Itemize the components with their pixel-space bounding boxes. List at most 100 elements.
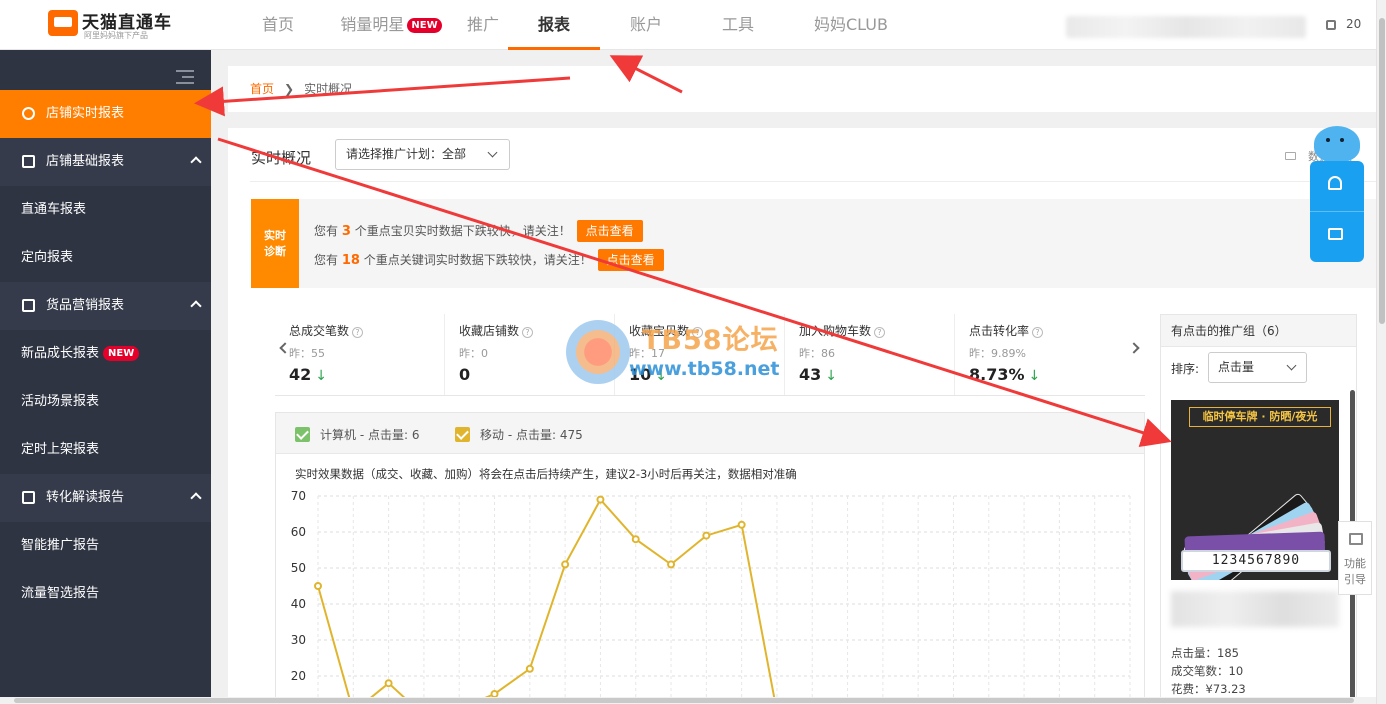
- arrow-down-icon: ↓: [1028, 368, 1041, 384]
- kpi-item-favorites: 收藏宝贝数? 昨：17 10 ↓: [615, 314, 785, 396]
- data-point[interactable]: [631, 535, 640, 544]
- data-point[interactable]: [702, 531, 711, 540]
- diagnosis-row-items: 您有 3 个重点宝贝实时数据下跌较快，请关注！ 点击查看: [314, 220, 643, 242]
- main-nav: 首页 销量明星 NEW 推广 报表 账户 工具 妈妈CLUB: [232, 0, 918, 50]
- nav-account[interactable]: 账户: [600, 0, 692, 50]
- data-point[interactable]: [384, 679, 393, 688]
- new-badge: NEW: [103, 346, 140, 361]
- help-icon[interactable]: ?: [1032, 327, 1044, 338]
- sidebar: 店铺实时报表 店铺基础报表 直通车报表 定向报表 货品营销报表 新品成长报表 NE…: [0, 50, 211, 704]
- sidebar-item-ztc-report[interactable]: 直通车报表: [0, 186, 211, 234]
- main-panel: 实时概况 请选择推广计划：全部 数据解读 实时诊断 您有 3 个重点宝贝实时数据…: [228, 128, 1376, 704]
- kpi-click-conversion: 点击转化率? 昨：9.89% 8.73% ↓: [955, 314, 1125, 396]
- help-icon[interactable]: ?: [692, 327, 704, 338]
- view-keywords-button[interactable]: 点击查看: [597, 249, 664, 271]
- data-point[interactable]: [314, 582, 322, 590]
- kpi-total-deals: 总成交笔数? 昨：55 42 ↓: [275, 314, 445, 396]
- series-line-mobile: [317, 497, 777, 704]
- nav-home[interactable]: 首页: [232, 0, 324, 50]
- sidebar-item-new-product[interactable]: 新品成长报表 NEW: [0, 330, 211, 378]
- chart-note: 实时效果数据（成交、收藏、加购）将会在点击后持续产生，建议2-3小时后再关注，数…: [295, 467, 797, 481]
- page-title: 实时概况: [251, 149, 312, 167]
- stat-clicks: 点击量：185: [1171, 646, 1239, 660]
- sidebar-item-traffic-select[interactable]: 流量智选报告: [0, 570, 211, 618]
- nav-sales-star[interactable]: 销量明星 NEW: [324, 0, 458, 50]
- diagnosis-banner: 实时 诊断 您有 3 个重点宝贝实时数据下跌较快，请关注！ 点击查看 您有 18 …: [251, 199, 1376, 288]
- sidebar-item-store-realtime[interactable]: 店铺实时报表: [0, 90, 211, 138]
- breadcrumb-home[interactable]: 首页: [250, 82, 274, 96]
- y-tick-label: 40: [291, 597, 306, 611]
- stat-cost: 花费：¥73.23: [1171, 682, 1246, 696]
- line-chart: 70 60 50 40 30 20: [291, 489, 1131, 704]
- data-point[interactable]: [667, 560, 676, 569]
- chevron-up-icon: [190, 300, 202, 312]
- message-icon[interactable]: [1326, 20, 1336, 30]
- data-point[interactable]: [525, 664, 534, 673]
- promo-group-title: 有点击的推广组（6）: [1161, 315, 1356, 347]
- legend-pc[interactable]: 计算机 - 点击量: 6: [295, 426, 419, 443]
- user-info-blurred[interactable]: [1066, 16, 1306, 38]
- view-items-button[interactable]: 点击查看: [576, 220, 643, 242]
- data-point[interactable]: [596, 495, 605, 504]
- collapse-menu-icon[interactable]: [176, 70, 194, 84]
- y-tick-label: 60: [291, 525, 306, 539]
- arrow-down-icon: ↓: [315, 368, 327, 384]
- kpi-strip: 总成交笔数? 昨：55 42 ↓ 收藏店铺数? 昨：0 0 收藏宝贝数? 昨：17…: [275, 314, 1145, 396]
- clock-icon: [22, 107, 35, 120]
- sidebar-item-targeting-report[interactable]: 定向报表: [0, 234, 211, 282]
- product-image[interactable]: 临时停车牌 · 防晒/夜光 1234567890: [1171, 400, 1339, 580]
- chevron-up-icon: [190, 156, 202, 168]
- sort-label: 排序:: [1171, 362, 1200, 376]
- diagnosis-label: 实时 诊断: [251, 199, 299, 288]
- report-icon: [22, 155, 35, 168]
- nav-promote[interactable]: 推广: [458, 0, 508, 50]
- top-bar: 天猫直通车 阿里妈妈旗下产品 首页 销量明星 NEW 推广 报表 账户 工具 妈妈…: [0, 0, 1376, 50]
- help-icon[interactable]: ?: [352, 327, 364, 338]
- page-vertical-scrollbar[interactable]: [1376, 0, 1386, 704]
- plan-select[interactable]: 请选择推广计划：全部: [335, 139, 510, 170]
- checkbox-icon: [455, 427, 470, 442]
- elephant-mascot-icon[interactable]: [1314, 126, 1360, 162]
- chart-legend: 计算机 - 点击量: 6 移动 - 点击量: 475: [276, 413, 1144, 454]
- sidebar-item-scheduled-listing[interactable]: 定时上架报表: [0, 426, 211, 474]
- chart-icon: [22, 491, 35, 504]
- sidebar-group-goods-marketing[interactable]: 货品营销报表: [0, 282, 211, 330]
- message-count[interactable]: 20: [1346, 17, 1361, 31]
- nav-tools[interactable]: 工具: [692, 0, 784, 50]
- bell-icon[interactable]: [1328, 176, 1342, 190]
- y-tick-label: 50: [291, 561, 306, 575]
- sidebar-item-activity-scene[interactable]: 活动场景报表: [0, 378, 211, 426]
- sidebar-group-conversion[interactable]: 转化解读报告: [0, 474, 211, 522]
- book-icon: [1349, 533, 1363, 545]
- monitor-icon: [22, 299, 35, 312]
- help-icon[interactable]: ?: [522, 327, 534, 338]
- stat-deals: 成交笔数：10: [1171, 664, 1244, 678]
- chevron-down-icon: [487, 147, 498, 158]
- legend-mobile[interactable]: 移动 - 点击量: 475: [455, 426, 583, 443]
- feature-guide-button[interactable]: 功能 引导: [1338, 521, 1372, 595]
- chat-icon[interactable]: [1328, 228, 1343, 240]
- sort-select[interactable]: 点击量: [1208, 352, 1307, 383]
- arrow-down-icon: ↓: [655, 368, 667, 384]
- data-point[interactable]: [561, 560, 570, 569]
- nav-reports[interactable]: 报表: [508, 0, 600, 50]
- kpi-add-to-cart: 加入购物车数? 昨：86 43 ↓: [785, 314, 955, 396]
- brand-logo[interactable]: 天猫直通车 阿里妈妈旗下产品: [48, 8, 208, 42]
- chart-panel: 计算机 - 点击量: 6 移动 - 点击量: 475 实时效果数据（成交、收藏、…: [275, 412, 1145, 704]
- help-icon[interactable]: ?: [874, 327, 886, 338]
- nav-mama-club[interactable]: 妈妈CLUB: [784, 0, 918, 50]
- sidebar-group-store-basic[interactable]: 店铺基础报表: [0, 138, 211, 186]
- divider: [250, 181, 1376, 182]
- product-title-blurred[interactable]: [1171, 591, 1339, 627]
- breadcrumb: 首页 ❯ 实时概况: [228, 66, 1376, 112]
- car-logo-icon: [48, 10, 78, 36]
- page-horizontal-scrollbar[interactable]: [0, 697, 1376, 704]
- arrow-down-icon: ↓: [825, 368, 837, 384]
- sidebar-item-smart-promo[interactable]: 智能推广报告: [0, 522, 211, 570]
- chevron-right-icon[interactable]: [1128, 342, 1140, 354]
- data-point[interactable]: [737, 520, 746, 529]
- kpi-store-favorites: 收藏店铺数? 昨：0 0: [445, 314, 615, 396]
- y-tick-label: 20: [291, 669, 306, 683]
- chevron-up-icon: [190, 492, 202, 504]
- video-icon[interactable]: [1285, 152, 1296, 160]
